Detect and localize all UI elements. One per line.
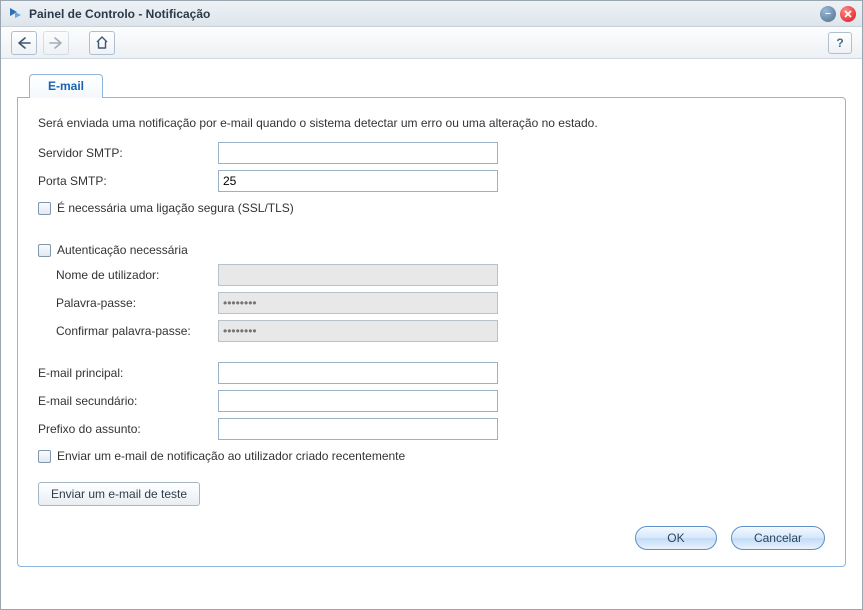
ssl-checkbox[interactable] bbox=[38, 202, 51, 215]
content-area: E-mail Será enviada uma notificação por … bbox=[1, 59, 862, 609]
window-title: Painel de Controlo - Notificação bbox=[29, 7, 820, 21]
confirm-password-input bbox=[218, 320, 498, 342]
back-button[interactable] bbox=[11, 31, 37, 55]
subject-prefix-label: Prefixo do assunto: bbox=[38, 422, 218, 436]
primary-email-input[interactable] bbox=[218, 362, 498, 384]
close-button[interactable] bbox=[840, 6, 856, 22]
primary-email-label: E-mail principal: bbox=[38, 366, 218, 380]
minimize-button[interactable]: – bbox=[820, 6, 836, 22]
help-button[interactable]: ? bbox=[828, 32, 852, 54]
cancel-button[interactable]: Cancelar bbox=[731, 526, 825, 550]
smtp-server-label: Servidor SMTP: bbox=[38, 146, 218, 160]
ssl-checkbox-label: É necessária uma ligação segura (SSL/TLS… bbox=[57, 201, 294, 215]
notify-new-user-checkbox[interactable] bbox=[38, 450, 51, 463]
auth-checkbox[interactable] bbox=[38, 244, 51, 257]
tabstrip: E-mail bbox=[17, 73, 846, 97]
smtp-server-input[interactable] bbox=[218, 142, 498, 164]
home-button[interactable] bbox=[89, 31, 115, 55]
notify-new-user-label: Enviar um e-mail de notificação ao utili… bbox=[57, 449, 405, 463]
confirm-password-label: Confirmar palavra-passe: bbox=[38, 324, 218, 338]
smtp-port-input[interactable] bbox=[218, 170, 498, 192]
subject-prefix-input[interactable] bbox=[218, 418, 498, 440]
ok-button[interactable]: OK bbox=[635, 526, 717, 550]
tab-panel-email: Será enviada uma notificação por e-mail … bbox=[17, 97, 846, 567]
secondary-email-label: E-mail secundário: bbox=[38, 394, 218, 408]
smtp-port-label: Porta SMTP: bbox=[38, 174, 218, 188]
app-icon bbox=[7, 6, 23, 22]
username-input bbox=[218, 264, 498, 286]
secondary-email-input[interactable] bbox=[218, 390, 498, 412]
dialog-footer: OK Cancelar bbox=[635, 526, 825, 550]
description-text: Será enviada uma notificação por e-mail … bbox=[38, 116, 825, 130]
username-label: Nome de utilizador: bbox=[38, 268, 218, 282]
send-test-email-button[interactable]: Enviar um e-mail de teste bbox=[38, 482, 200, 506]
app-window: Painel de Controlo - Notificação – ? E-m… bbox=[0, 0, 863, 610]
auth-checkbox-label: Autenticação necessária bbox=[57, 243, 188, 257]
forward-button[interactable] bbox=[43, 31, 69, 55]
tab-email[interactable]: E-mail bbox=[29, 74, 103, 98]
toolbar: ? bbox=[1, 27, 862, 59]
password-label: Palavra-passe: bbox=[38, 296, 218, 310]
titlebar: Painel de Controlo - Notificação – bbox=[1, 1, 862, 27]
password-input bbox=[218, 292, 498, 314]
